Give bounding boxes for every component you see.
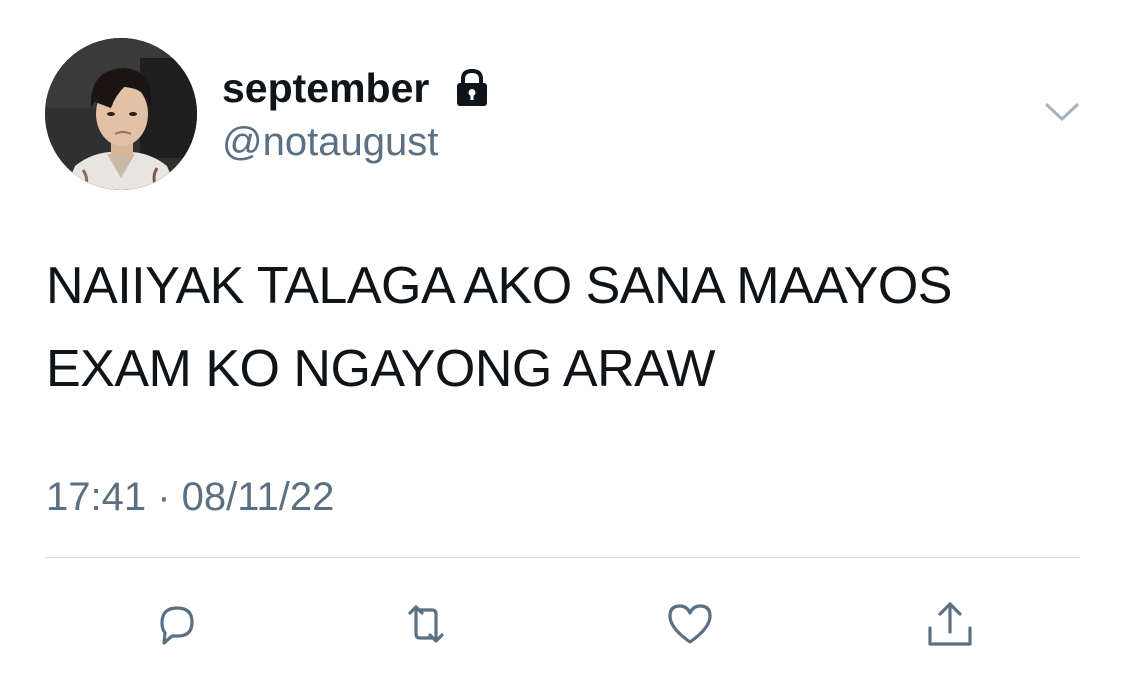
display-name[interactable]: september xyxy=(222,64,493,112)
user-handle[interactable]: @notaugust xyxy=(222,119,438,165)
share-icon xyxy=(928,602,972,646)
avatar-image xyxy=(45,38,197,190)
tweet-text: NAIIYAK TALAGA AKO SANA MAAYOS EXAM KO N… xyxy=(46,257,952,398)
divider xyxy=(45,557,1080,558)
like-button[interactable] xyxy=(662,596,718,652)
tweet-timestamp[interactable]: 17:41 · 08/11/22 xyxy=(46,474,334,520)
display-name-text: september xyxy=(222,65,430,111)
reply-icon xyxy=(160,606,194,645)
retweet-icon xyxy=(408,605,444,643)
retweet-button[interactable] xyxy=(398,596,454,652)
tweet-card: september @notaugust NAIIYAK TALAGA AKO … xyxy=(0,0,1125,691)
share-button[interactable] xyxy=(922,596,978,652)
avatar[interactable] xyxy=(45,38,197,190)
heart-icon xyxy=(668,604,712,644)
lock-icon xyxy=(457,68,488,106)
chevron-down-icon[interactable] xyxy=(1044,98,1080,126)
reply-button[interactable] xyxy=(148,596,204,652)
